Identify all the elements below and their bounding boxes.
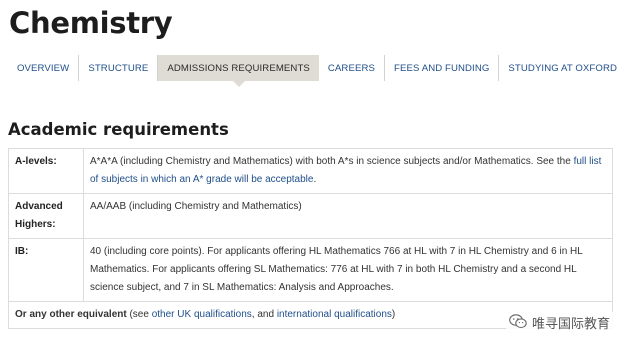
section-heading: Academic requirements xyxy=(8,120,229,139)
ib-value: 40 (including core points). For applican… xyxy=(83,238,613,302)
alevels-text: A*A*A (including Chemistry and Mathemati… xyxy=(90,156,574,167)
other-text-1: (see xyxy=(126,309,152,320)
tab-structure[interactable]: STRUCTURE xyxy=(79,55,159,81)
wechat-icon xyxy=(509,313,527,332)
alevels-value: A*A*A (including Chemistry and Mathemati… xyxy=(83,148,613,194)
watermark-text: 唯寻国际教育 xyxy=(531,316,610,331)
watermark: 唯寻国际教育 xyxy=(505,312,613,333)
page-title: Chemistry xyxy=(9,6,173,40)
tab-studying-at-oxford[interactable]: STUDYING AT OXFORD xyxy=(499,55,625,81)
tab-overview[interactable]: OVERVIEW xyxy=(8,55,80,81)
ib-label: IB: xyxy=(8,238,84,302)
section-tabs: OVERVIEW STRUCTURE ADMISSIONS REQUIREMEN… xyxy=(8,55,625,87)
requirements-table: A-levels: A*A*A (including Chemistry and… xyxy=(8,148,613,329)
table-row-alevels: A-levels: A*A*A (including Chemistry and… xyxy=(8,148,613,194)
tab-admissions-requirements[interactable]: ADMISSIONS REQUIREMENTS xyxy=(158,55,319,87)
alevels-label: A-levels: xyxy=(8,148,84,194)
tab-fees-and-funding[interactable]: FEES AND FUNDING xyxy=(385,55,500,81)
alevels-text-end: . xyxy=(313,174,317,185)
table-row-advanced-highers: Advanced Highers: AA/AAB (including Chem… xyxy=(8,193,613,239)
advanced-highers-label: Advanced Highers: xyxy=(8,193,84,239)
other-text-3: ) xyxy=(391,309,396,320)
other-uk-qualifications-link[interactable]: other UK qualifications xyxy=(152,309,252,320)
other-equivalent-label: Or any other equivalent xyxy=(15,309,127,320)
international-qualifications-link[interactable]: international qualifications xyxy=(277,309,392,320)
advanced-highers-value: AA/AAB (including Chemistry and Mathemat… xyxy=(83,193,613,239)
table-row-ib: IB: 40 (including core points). For appl… xyxy=(8,238,613,302)
tab-careers[interactable]: CAREERS xyxy=(319,55,385,81)
other-text-2: , and xyxy=(251,309,277,320)
